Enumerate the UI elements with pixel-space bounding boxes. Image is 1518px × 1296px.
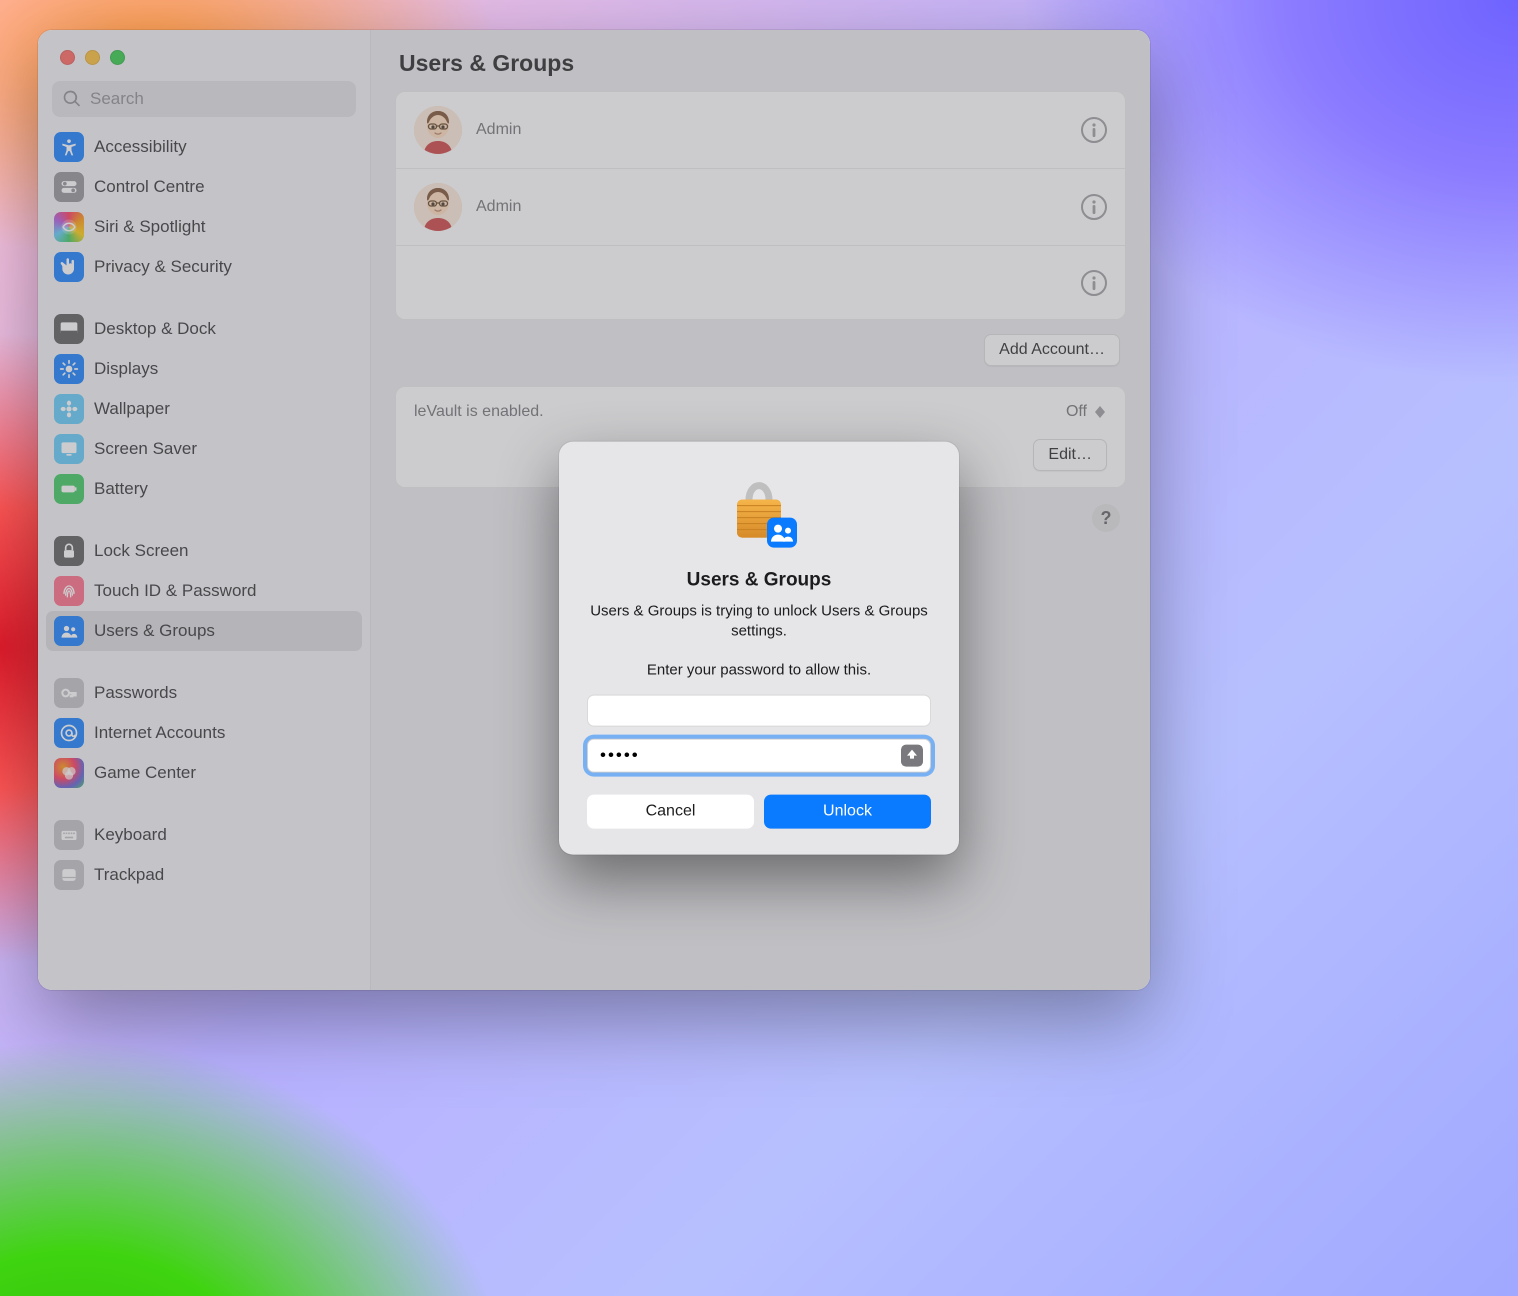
dialog-message: Users & Groups is trying to unlock Users… [587, 602, 931, 643]
lock-users-icon [719, 472, 799, 552]
unlock-button[interactable]: Unlock [764, 794, 931, 828]
username-field[interactable] [587, 694, 931, 726]
unlock-dialog: Users & Groups Users & Groups is trying … [559, 442, 959, 855]
cancel-button[interactable]: Cancel [587, 794, 754, 828]
desktop-background: AccessibilityControl CentreSiri & Spotli… [0, 0, 1518, 1296]
dialog-instruction: Enter your password to allow this. [647, 660, 871, 680]
password-field[interactable] [587, 738, 931, 772]
dialog-title: Users & Groups [687, 570, 832, 592]
caps-lock-icon [901, 744, 923, 766]
